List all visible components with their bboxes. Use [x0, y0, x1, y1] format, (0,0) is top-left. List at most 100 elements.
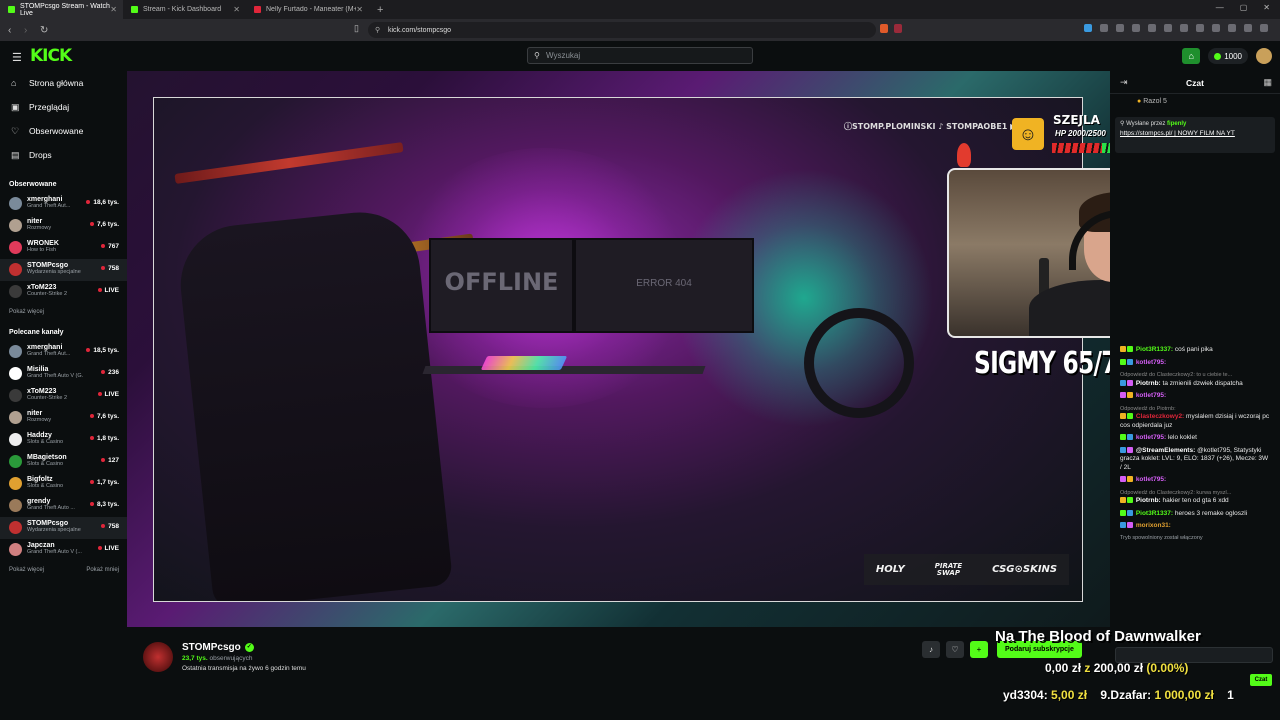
close-tab-icon[interactable]: ✕	[110, 5, 117, 14]
browser-tab-stream[interactable]: STOMPcsgo Stream - Watch Live ✕	[0, 0, 123, 19]
channel-item[interactable]: xToM223 Counter-Strike 2 LIVE	[0, 281, 127, 303]
chat-username[interactable]: kotlet795:	[1136, 392, 1166, 399]
extension-icon[interactable]	[1084, 24, 1092, 32]
send-chat-button[interactable]: Czat	[1250, 674, 1272, 686]
streamer-name[interactable]: STOMPcsgo ✓	[182, 642, 254, 653]
channel-item[interactable]: Bigfoltz Slots & Casino 1,7 tys.	[0, 473, 127, 495]
browser-tab-dashboard[interactable]: Stream - Kick Dashboard ✕	[123, 0, 246, 19]
nav-home[interactable]: ⌂ Strona główna	[0, 71, 127, 95]
brave-rewards-icon[interactable]	[894, 24, 902, 33]
channel-item[interactable]: Misilia Grand Theft Auto V (G... 236	[0, 363, 127, 385]
extension-icon[interactable]	[1148, 24, 1156, 32]
extension-icon[interactable]	[1244, 24, 1252, 32]
donor-3: 1	[1227, 688, 1234, 702]
channel-avatar	[9, 521, 22, 534]
nav-drops[interactable]: ▤ Drops	[0, 143, 127, 167]
channel-item[interactable]: xmerghani Grand Theft Aut... 18,6 tys.	[0, 193, 127, 215]
video-player[interactable]: OFFLINE ERROR 404 ⓘSTOMP.PLOMINSKI ♪ STO…	[127, 71, 1110, 627]
user-avatar[interactable]	[1256, 48, 1272, 64]
steering-wheel-graphic	[804, 308, 914, 418]
search-input[interactable]: ⚲ Wyszukaj	[527, 47, 753, 64]
chat-username[interactable]: Clasteczkowy2:	[1136, 413, 1184, 420]
show-less-link[interactable]: Pokaż mniej	[86, 567, 119, 573]
extension-icon[interactable]	[1116, 24, 1124, 32]
pinned-user[interactable]: fipenly	[1167, 121, 1186, 127]
follow-heart-icon[interactable]: ♡	[946, 641, 964, 658]
extension-icon[interactable]	[1228, 24, 1236, 32]
badge-icon	[1127, 413, 1133, 420]
desk-graphic	[422, 366, 706, 374]
pinned-link[interactable]: https://stompcs.pl/ | NOWY FILM NA YT	[1120, 130, 1270, 137]
url-field[interactable]: ⚲ kick.com/stompcsgo	[368, 22, 876, 38]
reply-context: Odpowiedź do Clasteczkowy2: kurwa myszl.…	[1120, 489, 1232, 496]
channel-item[interactable]: niter Rozmowy 7,6 tys.	[0, 215, 127, 237]
chat-username[interactable]: morixon31:	[1136, 522, 1171, 529]
streamer-avatar[interactable]	[143, 642, 173, 672]
extension-icon[interactable]	[1164, 24, 1172, 32]
chat-title: Czat	[1186, 78, 1204, 88]
chat-username[interactable]: Piot3R1337:	[1136, 510, 1173, 517]
chat-username[interactable]: Piot3R1337:	[1136, 346, 1173, 353]
forward-icon[interactable]: ›	[24, 25, 32, 36]
extension-icon[interactable]	[1132, 24, 1140, 32]
chat-users-icon[interactable]: ▦	[1263, 77, 1272, 88]
channel-item[interactable]: STOMPcsgo Wydarzenia specjalne 758	[0, 517, 127, 539]
channel-item[interactable]: xmerghani Grand Theft Aut... 18,5 tys.	[0, 341, 127, 363]
channel-category: Grand Theft Aut...	[27, 203, 71, 209]
nav-browse[interactable]: ▣ Przeglądaj	[0, 95, 127, 119]
chat-username[interactable]: Piotrnb:	[1136, 497, 1161, 504]
extension-icon[interactable]	[1212, 24, 1220, 32]
nav-following[interactable]: ♡ Obserwowane	[0, 119, 127, 143]
channel-item[interactable]: niter Rozmowy 7,6 tys.	[0, 407, 127, 429]
extension-icon[interactable]	[1180, 24, 1188, 32]
notification-bell-icon[interactable]: ♪	[922, 641, 940, 658]
channel-item[interactable]: Haddzy Slots & Casino 1,8 tys.	[0, 429, 127, 451]
site-info-icon[interactable]: ⚲	[375, 26, 380, 34]
minimize-icon[interactable]: —	[1216, 3, 1224, 12]
badge-icon	[1127, 509, 1133, 516]
channel-avatar	[9, 455, 22, 468]
badge-icon	[1120, 358, 1126, 365]
maximize-icon[interactable]: ▢	[1240, 3, 1248, 12]
hamburger-menu-icon[interactable]: ☰	[12, 51, 22, 64]
extension-icon[interactable]	[1100, 24, 1108, 32]
show-more-link[interactable]: Pokaż więcej	[9, 309, 44, 315]
search-icon: ⚲	[534, 51, 540, 60]
kick-logo[interactable]: KICK	[30, 46, 72, 66]
close-window-icon[interactable]: ✕	[1263, 3, 1270, 12]
brave-shield-icon[interactable]	[880, 24, 888, 33]
reload-icon[interactable]: ↻	[40, 25, 48, 36]
channel-item[interactable]: grendy Grand Theft Auto ... 8,3 tys.	[0, 495, 127, 517]
follow-plus-icon[interactable]: +	[970, 641, 988, 658]
badge-icon	[1120, 497, 1126, 504]
close-tab-icon[interactable]: ✕	[356, 5, 363, 14]
extension-icon[interactable]	[1196, 24, 1204, 32]
channel-item[interactable]: xToM223 Counter-Strike 2 LIVE	[0, 385, 127, 407]
show-more-link[interactable]: Pokaż więcej	[9, 567, 44, 573]
chat-username[interactable]: Piotrnb:	[1136, 380, 1161, 387]
bookmark-icon[interactable]: ▯	[354, 23, 359, 34]
new-tab-button[interactable]: +	[377, 4, 383, 16]
menu-icon[interactable]	[1260, 24, 1268, 32]
chat-username[interactable]: kotlet795:	[1136, 476, 1166, 483]
browser-tab-music[interactable]: Nelly Furtado - Maneater (M+ike Re ✕	[246, 0, 369, 19]
close-tab-icon[interactable]: ✕	[233, 5, 240, 14]
badge-icon	[1120, 392, 1126, 399]
chat-username[interactable]: kotlet795:	[1136, 434, 1166, 441]
channel-item[interactable]: WRONEK How to Fish 767	[0, 237, 127, 259]
back-icon[interactable]: ‹	[8, 25, 16, 36]
kicks-balance[interactable]: 1000	[1208, 48, 1248, 64]
channel-item[interactable]: MBagietson Slots & Casino 127	[0, 451, 127, 473]
channel-item[interactable]: Japczan Grand Theft Auto V (... LIVE	[0, 539, 127, 561]
chat-username[interactable]: @StreamElements:	[1136, 447, 1195, 454]
chat-username[interactable]: kotlet795:	[1136, 359, 1166, 366]
channel-item[interactable]: STOMPcsgo Wydarzenia specjalne 758	[0, 259, 127, 281]
goal-current: 0,00 zł	[1045, 661, 1082, 675]
kick-favicon-icon	[131, 6, 138, 13]
top-user[interactable]: Razol	[1143, 98, 1161, 105]
followed-channels-list: xmerghani Grand Theft Aut... 18,6 tys. nite…	[0, 193, 127, 303]
channel-avatar	[9, 499, 22, 512]
pinned-by: Wysłane przez	[1126, 121, 1166, 127]
channel-avatar	[9, 219, 22, 232]
gift-button[interactable]: ⌂	[1182, 48, 1201, 64]
